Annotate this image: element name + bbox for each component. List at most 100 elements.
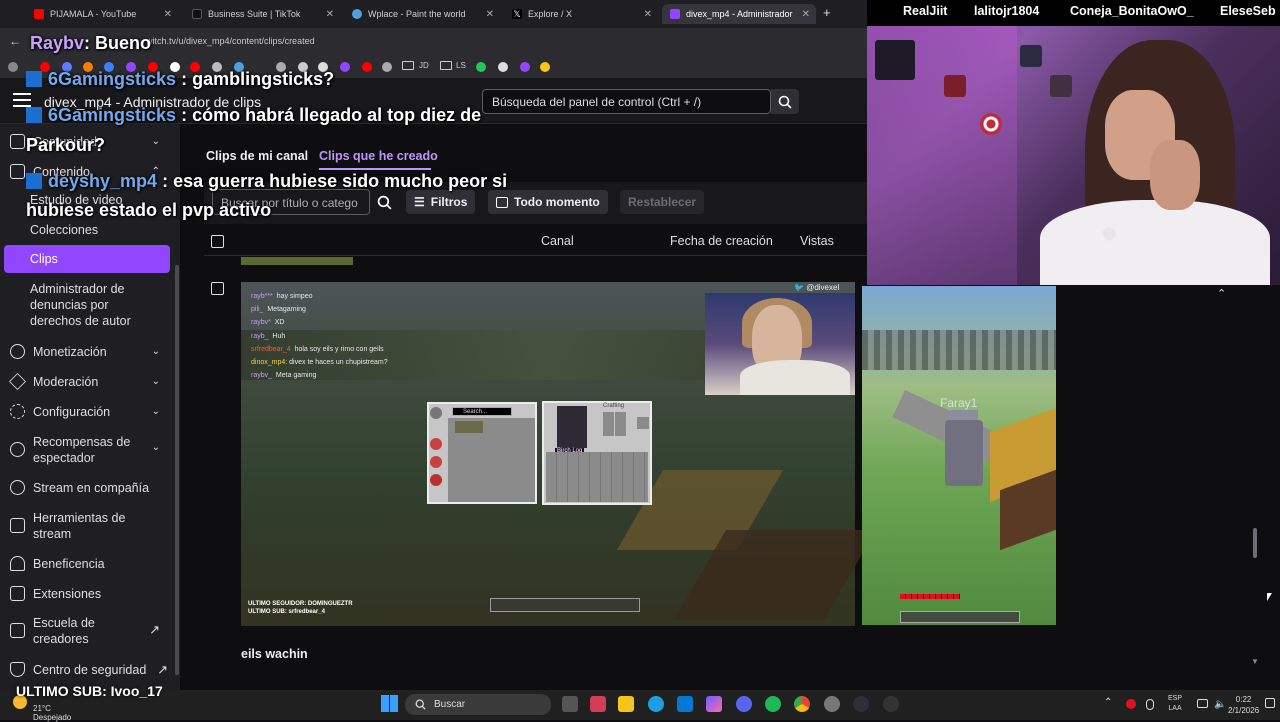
language-indicator[interactable]: ESP LAA — [1168, 694, 1182, 714]
close-icon[interactable]: ✕ — [802, 9, 810, 20]
tab-tiktok[interactable]: Business Suite | TikTok ✕ — [184, 4, 340, 24]
sidebar-item-moderacion[interactable]: Moderación ⌄ — [9, 373, 170, 390]
column-canal[interactable]: Canal — [541, 234, 574, 248]
url-text[interactable]: witch.tv/u/divex_mp4/content/clips/creat… — [146, 36, 315, 46]
bookmark-icon[interactable] — [362, 62, 372, 72]
media-player-icon[interactable] — [883, 696, 899, 712]
twitch-icon — [670, 9, 680, 19]
main-scrollbar[interactable] — [1253, 528, 1257, 558]
hud-follower: ULTIMO SEGUIDOR: DOMINGUEZTR — [248, 601, 353, 607]
sidebar-item-stream-compania[interactable]: Stream en compañía — [10, 480, 170, 495]
close-icon[interactable]: ✕ — [486, 9, 494, 20]
obs-icon[interactable] — [853, 696, 869, 712]
file-explorer-icon[interactable] — [618, 696, 634, 712]
close-icon[interactable]: ✕ — [326, 9, 334, 20]
dashboard-search-input[interactable]: Búsqueda del panel de control (Ctrl + /) — [482, 89, 771, 114]
select-all-checkbox[interactable] — [211, 235, 224, 248]
tab-twitch-active[interactable]: divex_mp4 - Administrador ✕ — [662, 4, 816, 24]
game-item — [430, 407, 442, 419]
filters-button[interactable]: ☰ Filtros — [406, 190, 476, 214]
calendar-app-icon[interactable] — [590, 696, 606, 712]
tray-app-icon[interactable] — [1126, 699, 1136, 709]
column-vistas[interactable]: Vistas — [800, 234, 834, 248]
ingame-chat-line: dinox_mp4: divex te haces un chupistream… — [251, 359, 388, 366]
scroll-down-icon[interactable]: ▼ — [1251, 657, 1259, 666]
streamer-person — [1150, 140, 1200, 210]
chat-message: Parkour? — [26, 135, 106, 155]
edge-icon[interactable] — [648, 696, 664, 712]
community-icon — [10, 134, 25, 149]
camera-icon — [10, 518, 25, 533]
shield-icon — [10, 662, 25, 677]
sidebar-item-colecciones[interactable]: Colecciones — [30, 222, 160, 238]
discord-icon[interactable] — [736, 696, 752, 712]
sidebar-item-herramientas[interactable]: Herramientas de stream — [10, 510, 170, 542]
ingame-chat-line: pili_ Metagaming — [251, 306, 306, 313]
tab-youtube[interactable]: PIJAMALA - YouTube ✕ — [26, 4, 178, 24]
microphone-icon[interactable] — [1146, 699, 1154, 710]
folder-icon[interactable] — [402, 61, 414, 70]
sidebar-item-monetizacion[interactable]: Monetización ⌄ — [10, 344, 170, 359]
bookmark-folder-jd[interactable]: JD — [419, 61, 429, 70]
apps-icon[interactable] — [8, 62, 18, 72]
sidebar-item-beneficencia[interactable]: Beneficencia — [10, 556, 170, 571]
browser-tab-bar: PIJAMALA - YouTube ✕ Business Suite | Tik… — [0, 0, 868, 28]
sidebar-item-recompensas[interactable]: Recompensas de espectador ⌄ — [10, 434, 170, 466]
close-icon[interactable]: ✕ — [644, 9, 652, 20]
bookmark-icon[interactable] — [340, 62, 350, 72]
reset-button[interactable]: Restablecer — [620, 190, 705, 214]
close-icon[interactable]: ✕ — [164, 9, 172, 20]
previous-clip-thumbnail[interactable] — [241, 257, 353, 265]
sidebar-item-extensiones[interactable]: Extensiones — [10, 586, 170, 601]
sidebar-scrollbar[interactable] — [175, 265, 179, 675]
copilot-icon[interactable] — [706, 696, 722, 712]
weather-text[interactable]: 21°C Despejado — [33, 704, 71, 722]
notifications-icon[interactable] — [1265, 698, 1275, 708]
tab-wplace[interactable]: Wplace - Paint the world ✕ — [344, 4, 500, 24]
clip-row-checkbox[interactable] — [211, 282, 224, 295]
search-icon — [778, 95, 792, 109]
sidebar-item-copyright[interactable]: Administrador de denuncias por derechos … — [30, 281, 148, 329]
app-icon[interactable] — [824, 696, 840, 712]
column-fecha[interactable]: Fecha de creación — [670, 234, 773, 248]
spotify-icon[interactable] — [765, 696, 781, 712]
search-button[interactable] — [771, 89, 799, 114]
tray-chevron-icon[interactable]: ⌃ — [1104, 697, 1112, 708]
task-view-icon[interactable] — [562, 696, 578, 712]
sidebar-item-escuela[interactable]: Escuela de creadores ↗ — [10, 615, 170, 647]
puzzle-icon — [10, 586, 25, 601]
time-filter-button[interactable]: Todo momento — [488, 190, 608, 214]
chevron-up-icon[interactable]: ⌃ — [1217, 287, 1226, 300]
clip-title[interactable]: eils wachin — [241, 647, 308, 661]
ingame-chat-line: raybv* XD — [251, 319, 285, 326]
external-link-icon: ↗ — [149, 622, 160, 637]
calendar-icon — [496, 196, 508, 208]
clock[interactable]: 0:22 2/1/2026 — [1228, 694, 1259, 716]
volume-icon[interactable]: 🔈 — [1214, 699, 1226, 710]
bookmark-icon[interactable] — [382, 62, 392, 72]
external-link-icon: ↗ — [157, 661, 168, 677]
new-tab-icon[interactable]: + — [823, 5, 831, 20]
folder-icon[interactable] — [440, 61, 452, 70]
tab-x[interactable]: 𝕏 Explore / X ✕ — [504, 4, 658, 24]
search-icon[interactable] — [377, 195, 392, 215]
chrome-icon[interactable] — [794, 696, 810, 712]
windows-start-icon[interactable] — [381, 695, 398, 712]
store-icon[interactable] — [677, 696, 693, 712]
gear-icon — [10, 404, 25, 419]
bookmark-icon[interactable] — [476, 62, 486, 72]
taskbar-search[interactable]: Buscar — [405, 694, 551, 715]
bookmark-folder-ls[interactable]: LS — [456, 61, 466, 70]
game-crafting-inventory — [546, 452, 648, 502]
network-icon[interactable] — [1197, 699, 1208, 708]
bookmark-icon[interactable] — [498, 62, 508, 72]
back-icon[interactable]: ← — [9, 34, 21, 48]
tab-clips-creados[interactable]: Clips que he creado — [319, 149, 438, 163]
game-player-tag: Faray1 — [940, 396, 978, 410]
money-icon — [10, 344, 25, 359]
sidebar-item-configuracion[interactable]: Configuración ⌄ — [10, 404, 170, 419]
tab-clips-mi-canal[interactable]: Clips de mi canal — [206, 149, 308, 163]
bookmark-icon[interactable] — [540, 62, 550, 72]
bookmark-icon[interactable] — [520, 62, 530, 72]
sidebar-item-seguridad[interactable]: Centro de seguridad ↗ — [10, 662, 170, 677]
